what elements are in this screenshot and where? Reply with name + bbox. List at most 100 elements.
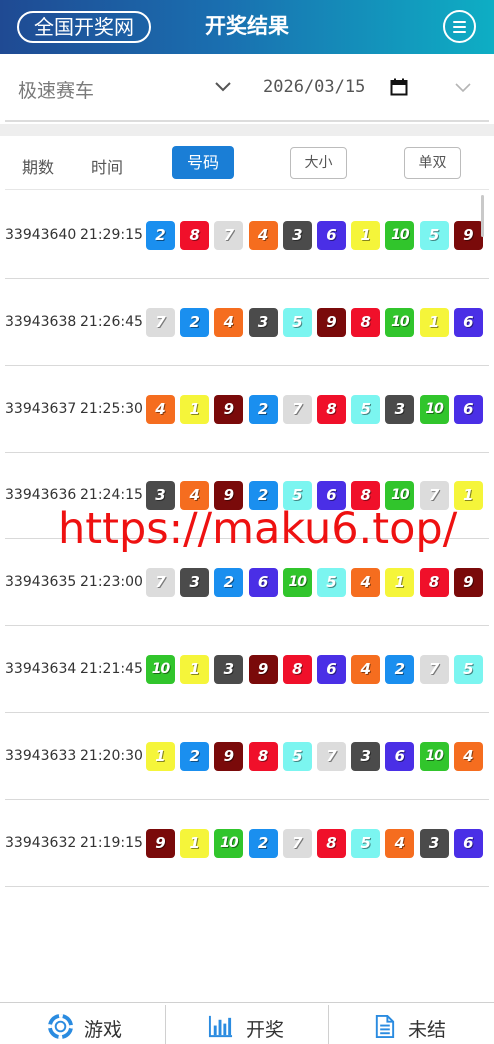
number-ball: 6 — [317, 221, 346, 250]
chevron-down-icon[interactable] — [453, 78, 473, 98]
draw-time: 21:23:00 — [80, 574, 143, 591]
number-ball: 7 — [317, 741, 346, 771]
period-number: 33943634 — [5, 661, 77, 677]
number-ball: 6 — [453, 394, 483, 424]
number-ball: 8 — [317, 394, 346, 424]
number-ball: 5 — [317, 568, 346, 598]
period-number: 33943633 — [5, 747, 77, 764]
number-ball: 5 — [419, 221, 449, 250]
result-row[interactable]: 33943634 21:21:45 10 1 3 9 8 6 4 2 7 5 — [5, 626, 489, 713]
number-ball: 6 — [453, 307, 483, 337]
chevron-down-icon[interactable] — [213, 77, 233, 97]
number-ball: 3 — [419, 828, 449, 858]
tab-time[interactable]: 时间 — [91, 154, 123, 178]
game-select[interactable]: 极速赛车 — [18, 76, 94, 103]
section-divider — [0, 124, 494, 136]
number-ball: 10 — [385, 307, 415, 337]
number-ball: 9 — [453, 221, 483, 250]
scrollbar[interactable] — [481, 195, 484, 237]
number-ball: 1 — [419, 307, 449, 337]
tab-number[interactable]: 号码 — [172, 146, 234, 179]
period-number: 33943635 — [5, 574, 77, 591]
number-ball: 3 — [180, 568, 210, 598]
number-ball: 10 — [214, 828, 244, 858]
calendar-icon[interactable] — [390, 78, 408, 96]
number-ball: 4 — [248, 221, 278, 250]
number-ball: 5 — [282, 741, 312, 771]
nav-games-label: 游戏 — [84, 1019, 123, 1041]
menu-icon[interactable] — [443, 10, 476, 43]
number-ball: 1 — [180, 394, 210, 424]
number-ball: 4 — [351, 568, 381, 598]
nav-results-label: 开奖 — [246, 1019, 285, 1041]
number-ball: 8 — [317, 828, 346, 858]
period-number: 33943640 — [5, 227, 77, 243]
result-row[interactable]: 33943638 21:26:45 7 2 4 3 5 9 8 10 1 6 — [5, 279, 489, 366]
number-ball: 1 — [180, 655, 210, 684]
number-ball: 4 — [146, 394, 175, 424]
number-ball: 5 — [453, 655, 483, 684]
number-ball: 4 — [351, 655, 381, 684]
number-ball: 1 — [180, 828, 210, 858]
tab-odd-even[interactable]: 单双 — [404, 147, 461, 179]
number-ball: 2 — [248, 394, 278, 424]
result-row[interactable]: 33943640 21:29:15 2 8 7 4 3 6 1 10 5 9 — [5, 192, 489, 279]
draw-time: 21:25:30 — [80, 400, 143, 417]
number-ball: 8 — [180, 221, 210, 250]
number-ball: 9 — [214, 394, 244, 424]
number-ball: 10 — [385, 221, 415, 250]
bottom-nav: 游戏 开奖 未结 — [0, 1002, 494, 1044]
tab-big-small[interactable]: 大小 — [290, 147, 347, 179]
number-ball: 2 — [248, 828, 278, 858]
period-number: 33943638 — [5, 313, 77, 330]
number-ball: 4 — [385, 828, 415, 858]
number-ball: 8 — [351, 307, 381, 337]
bar-chart-icon — [208, 1015, 233, 1038]
number-ball: 3 — [385, 394, 415, 424]
number-ball: 1 — [146, 741, 175, 771]
nav-results[interactable]: 开奖 — [166, 1003, 329, 1044]
number-ball: 2 — [180, 307, 210, 337]
number-ball: 1 — [385, 568, 415, 598]
number-ball: 7 — [282, 828, 312, 858]
number-ball: 6 — [385, 741, 415, 771]
number-ball: 10 — [282, 568, 312, 598]
tab-period[interactable]: 期数 — [22, 154, 54, 178]
draw-time: 21:20:30 — [80, 747, 143, 764]
number-ball: 9 — [146, 828, 175, 858]
results-list[interactable]: 33943640 21:29:15 2 8 7 4 3 6 1 10 5 9 33943638 21:26… — [5, 192, 489, 1002]
draw-time: 21:29:15 — [80, 227, 143, 243]
number-ball: 9 — [317, 307, 346, 337]
watermark-url: https://maku6.top/ — [58, 504, 458, 554]
number-ball: 9 — [214, 741, 244, 771]
number-ball: 3 — [248, 307, 278, 337]
nav-unsettled[interactable]: 未结 — [329, 1003, 492, 1044]
number-ball: 3 — [214, 655, 244, 684]
filter-bar: 极速赛车 2026/03/15 — [5, 54, 489, 122]
app-header: 全国开奖网 开奖结果 — [0, 0, 494, 54]
number-ball: 2 — [146, 221, 175, 250]
draw-time: 21:19:15 — [80, 834, 143, 851]
number-ball: 6 — [317, 655, 346, 684]
result-row[interactable]: 33943637 21:25:30 4 1 9 2 7 8 5 3 10 6 — [5, 366, 489, 453]
date-input[interactable]: 2026/03/15 — [263, 77, 365, 97]
number-ball: 8 — [282, 655, 312, 684]
result-row[interactable]: 33943632 21:19:15 9 1 10 2 7 8 5 4 3 6 — [5, 800, 489, 887]
number-ball: 6 — [248, 568, 278, 598]
result-row[interactable]: 33943633 21:20:30 1 2 9 8 5 7 3 6 10 4 — [5, 713, 489, 800]
number-ball: 8 — [419, 568, 449, 598]
page-title: 开奖结果 — [205, 14, 289, 38]
number-ball: 2 — [180, 741, 210, 771]
number-ball: 10 — [419, 741, 449, 771]
nav-games[interactable]: 游戏 — [0, 1003, 163, 1044]
number-ball: 9 — [248, 655, 278, 684]
period-number: 33943636 — [5, 487, 77, 504]
number-ball: 10 — [419, 394, 449, 424]
number-ball: 10 — [146, 655, 175, 684]
number-ball: 5 — [282, 307, 312, 337]
nav-unsettled-label: 未结 — [408, 1019, 447, 1041]
number-ball: 1 — [351, 221, 381, 250]
document-icon — [375, 1014, 395, 1039]
lifebuoy-icon — [48, 1014, 73, 1039]
draw-time: 21:26:45 — [80, 313, 143, 330]
